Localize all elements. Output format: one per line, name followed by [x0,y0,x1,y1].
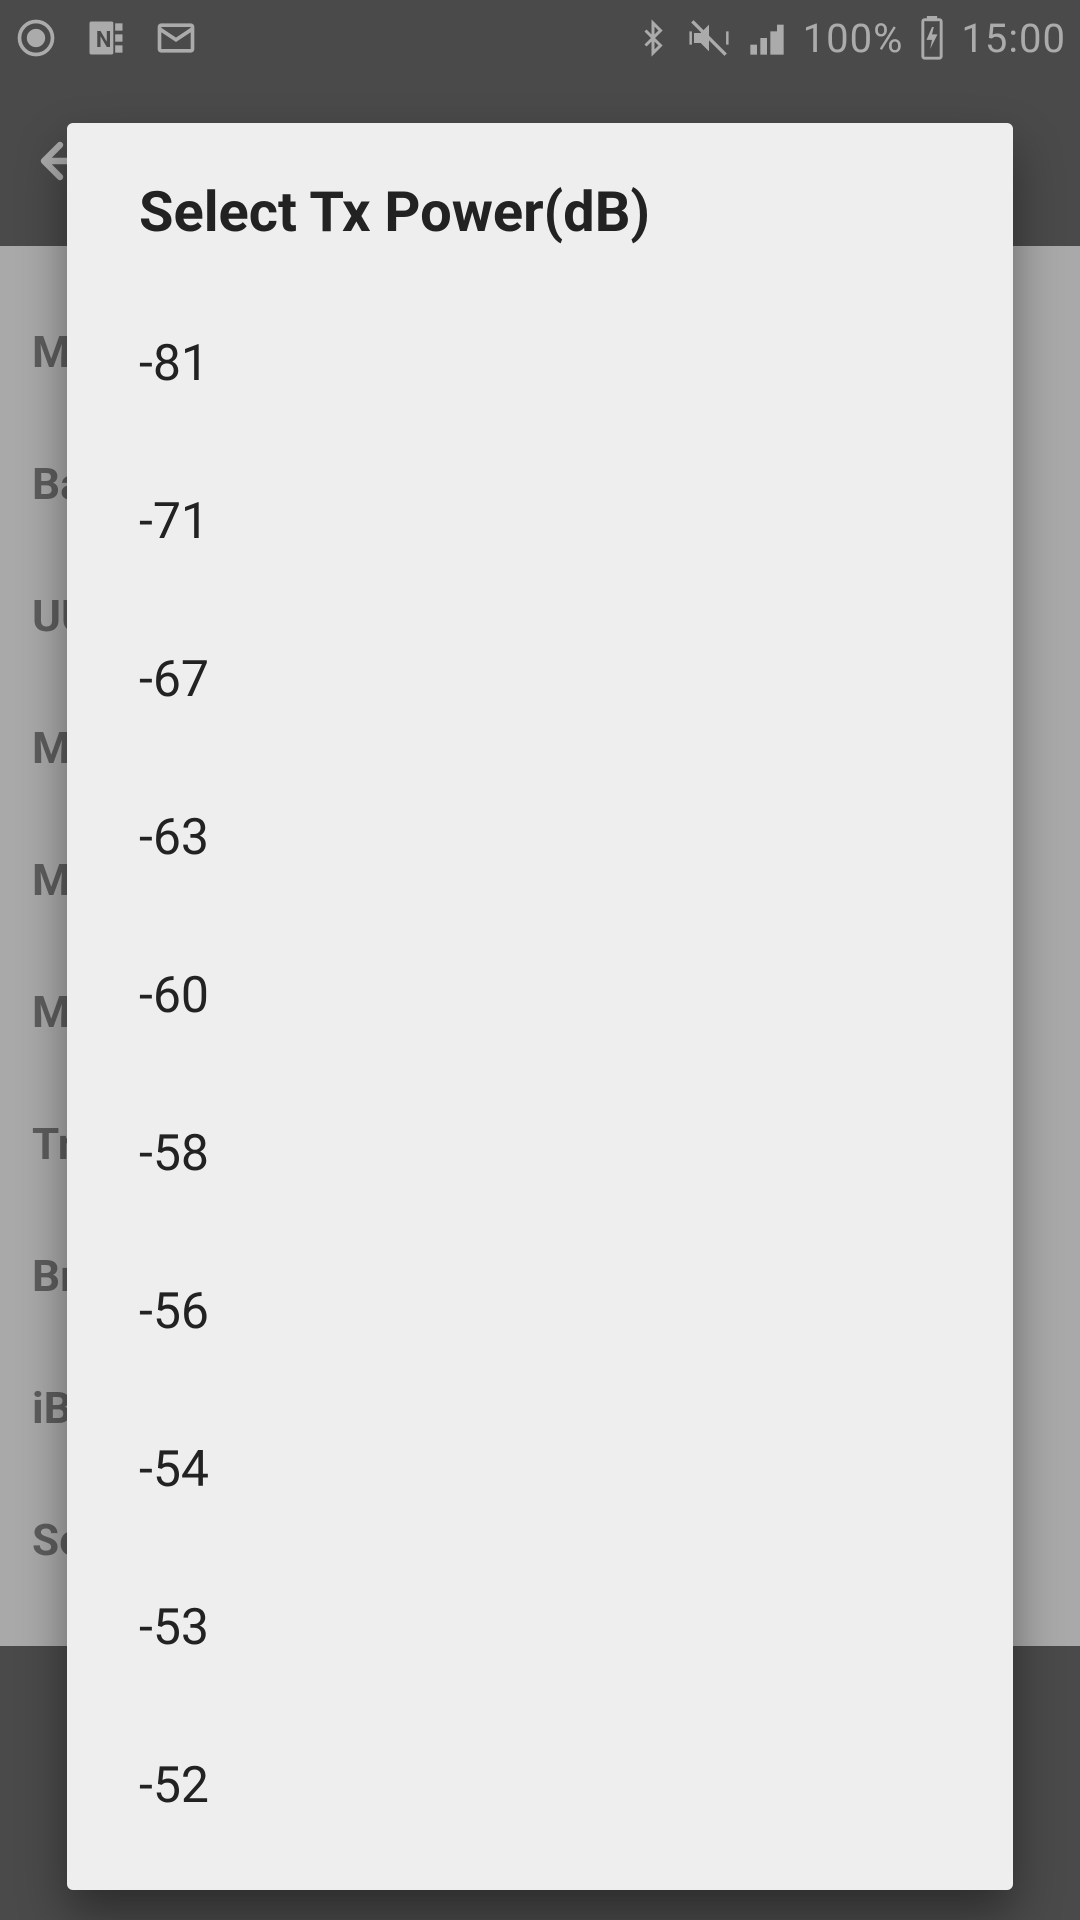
dialog-title: Select Tx Power(dB) [67,123,1013,285]
dialog-option[interactable]: -56 [67,1233,1013,1391]
dialog-option[interactable]: -54 [67,1391,1013,1549]
tx-power-dialog: Select Tx Power(dB) -81 -71 -67 -63 -60 … [67,123,1013,1890]
dialog-option[interactable]: -67 [67,601,1013,759]
dialog-option-list[interactable]: -81 -71 -67 -63 -60 -58 -56 -54 -53 -52 … [67,285,1013,1890]
dialog-option[interactable]: -63 [67,759,1013,917]
dialog-option[interactable]: -60 [67,917,1013,1075]
dialog-option[interactable]: -51 [67,1865,1013,1890]
dialog-option[interactable]: -58 [67,1075,1013,1233]
dialog-option[interactable]: -81 [67,285,1013,443]
dialog-option[interactable]: -52 [67,1707,1013,1865]
dialog-option[interactable]: -71 [67,443,1013,601]
dialog-option[interactable]: -53 [67,1549,1013,1707]
